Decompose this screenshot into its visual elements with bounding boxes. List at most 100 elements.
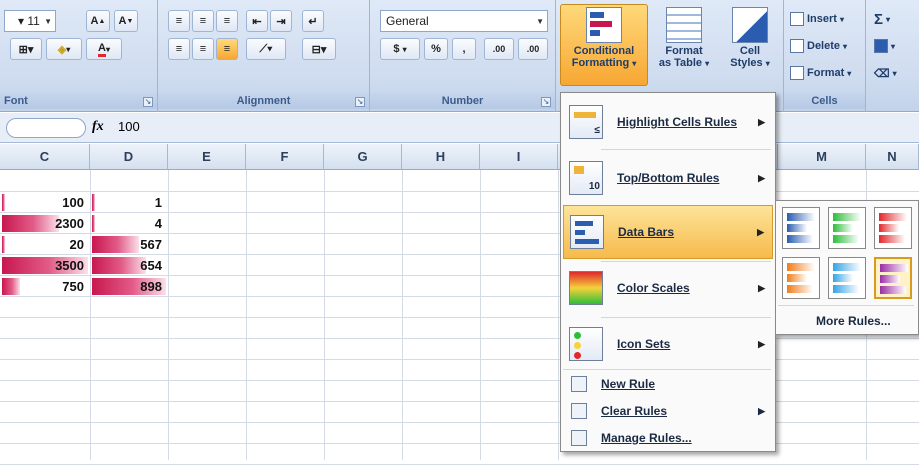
menu-item-new-rule[interactable]: New Rule bbox=[563, 371, 773, 397]
blue-data-bar-icon[interactable] bbox=[782, 207, 820, 249]
orientation-button[interactable]: ⟋▾ bbox=[246, 38, 286, 60]
cell-c-2[interactable]: 2300 bbox=[2, 213, 88, 234]
cells-group-label: Cells bbox=[784, 93, 865, 109]
grid-line bbox=[0, 380, 919, 381]
grow-font-button[interactable]: A ▲ bbox=[86, 10, 110, 32]
percent-button[interactable]: % bbox=[424, 38, 448, 60]
chevron-right-icon: ▶ bbox=[758, 338, 765, 349]
align-top-button[interactable]: ≡ bbox=[168, 10, 190, 32]
format-cells-icon bbox=[790, 66, 804, 80]
currency-button[interactable]: $ ▾ bbox=[380, 38, 420, 60]
menu-item-color-scales[interactable]: Color Scales ▶ bbox=[563, 261, 773, 315]
cell-d-1[interactable]: 1 bbox=[92, 192, 166, 213]
column-header-m[interactable]: M bbox=[778, 144, 866, 170]
grid-line bbox=[0, 443, 919, 444]
merge-center-button[interactable]: ⊟▾ bbox=[302, 38, 336, 60]
autosum-button[interactable]: Σ ▾ bbox=[874, 8, 890, 30]
formula-bar: fx 100 bbox=[0, 113, 919, 143]
top-bottom-icon: 10 bbox=[569, 161, 603, 195]
cell-styles-button[interactable]: Cell Styles ▾ bbox=[720, 4, 780, 86]
number-format-select[interactable]: General ▼ bbox=[380, 10, 548, 32]
cell-c-4[interactable]: 3500 bbox=[2, 255, 88, 276]
font-size-select[interactable]: ▾ 11 ▼ bbox=[4, 10, 56, 32]
clear-button[interactable]: ⌫ ▾ bbox=[874, 62, 897, 84]
align-bottom-button[interactable]: ≡ bbox=[216, 10, 238, 32]
menu-separator bbox=[563, 369, 771, 370]
swatch-bar bbox=[879, 224, 899, 232]
cell-d-3[interactable]: 567 bbox=[92, 234, 166, 255]
number-group: General ▼ $ ▾ % , .00 .00 Number ↘ bbox=[370, 0, 556, 112]
menu-item-highlight-cells-rules[interactable]: ≤ Highlight Cells Rules ▶ bbox=[563, 95, 773, 149]
format-cells-button[interactable]: Format ▾ bbox=[790, 62, 851, 84]
menu-item-clear-rules[interactable]: Clear Rules ▶ bbox=[563, 398, 773, 424]
menu-label: Data Bars bbox=[618, 225, 675, 239]
cell-d-2[interactable]: 4 bbox=[92, 213, 166, 234]
decrease-indent-button[interactable]: ⇤ bbox=[246, 10, 268, 32]
cell-c-3[interactable]: 20 bbox=[2, 234, 88, 255]
column-header-g[interactable]: G bbox=[324, 144, 402, 170]
column-header-h[interactable]: H bbox=[402, 144, 480, 170]
data-bar bbox=[2, 215, 59, 232]
cell-d-5[interactable]: 898 bbox=[92, 276, 166, 297]
fill-button[interactable]: ▾ bbox=[874, 35, 895, 57]
font-color-button[interactable]: A ▾ bbox=[86, 38, 122, 60]
cell-c-1[interactable]: 100 bbox=[2, 192, 88, 213]
column-header-d[interactable]: D bbox=[90, 144, 168, 170]
swatch-bar bbox=[787, 285, 813, 293]
column-header-c[interactable]: C bbox=[0, 144, 90, 170]
column-header-n[interactable]: N bbox=[866, 144, 919, 170]
borders-button[interactable]: ⊞▾ bbox=[10, 38, 42, 60]
name-box[interactable] bbox=[6, 118, 86, 138]
insert-button[interactable]: Insert ▾ bbox=[790, 8, 844, 30]
dialog-launcher-icon[interactable]: ↘ bbox=[143, 97, 153, 107]
menu-label: Icon Sets bbox=[617, 337, 671, 351]
chevron-right-icon: ▶ bbox=[758, 405, 765, 416]
menu-item-icon-sets[interactable]: Icon Sets ▶ bbox=[563, 317, 773, 371]
delete-button[interactable]: Delete ▾ bbox=[790, 35, 847, 57]
comma-button[interactable]: , bbox=[452, 38, 476, 60]
column-header-f[interactable]: F bbox=[246, 144, 324, 170]
menu-label: Highlight Cells Rules bbox=[617, 115, 738, 129]
grid-line bbox=[90, 170, 91, 460]
formula-input[interactable]: 100 bbox=[118, 119, 140, 134]
red-data-bar-icon[interactable] bbox=[874, 207, 912, 249]
font-group: ▾ 11 ▼ A ▲ A ▼ ⊞▾ ◈ ▾ A ▾ Font ↘ bbox=[0, 0, 158, 112]
number-group-label: Number bbox=[370, 93, 555, 109]
more-rules-button[interactable]: More Rules... bbox=[778, 309, 916, 333]
increase-indent-button[interactable]: ⇥ bbox=[270, 10, 292, 32]
dialog-launcher-icon[interactable]: ↘ bbox=[541, 97, 551, 107]
menu-label: Top/Bottom Rules bbox=[617, 171, 720, 185]
center-button[interactable]: ≡ bbox=[192, 38, 214, 60]
shrink-font-button[interactable]: A ▼ bbox=[114, 10, 138, 32]
format-as-table-button[interactable]: Format as Table ▾ bbox=[652, 4, 716, 86]
column-header-i[interactable]: I bbox=[480, 144, 558, 170]
orange-data-bar-icon[interactable] bbox=[782, 257, 820, 299]
align-left-button[interactable]: ≡ bbox=[168, 38, 190, 60]
menu-item-top-bottom-rules[interactable]: 10 Top/Bottom Rules ▶ bbox=[563, 151, 773, 205]
lightblue-data-bar-icon[interactable] bbox=[828, 257, 866, 299]
cell-d-4[interactable]: 654 bbox=[92, 255, 166, 276]
swatch-bar bbox=[880, 264, 908, 272]
align-right-button[interactable]: ≡ bbox=[216, 38, 238, 60]
menu-item-data-bars[interactable]: Data Bars ▶ bbox=[563, 205, 773, 259]
cell-value: 3500 bbox=[55, 258, 84, 273]
cell-c-5[interactable]: 750 bbox=[2, 276, 88, 297]
cell-value: 1 bbox=[154, 195, 162, 210]
data-bar bbox=[2, 278, 21, 295]
menu-item-manage-rules[interactable]: Manage Rules... bbox=[563, 425, 773, 451]
fill-color-button[interactable]: ◈ ▾ bbox=[46, 38, 82, 60]
conditional-formatting-button[interactable]: Conditional Formatting ▾ bbox=[560, 4, 648, 86]
purple-data-bar-icon[interactable] bbox=[874, 257, 912, 299]
swatch-bar bbox=[833, 274, 853, 282]
wrap-text-button[interactable]: ↵ bbox=[302, 10, 324, 32]
insert-function-icon[interactable]: fx bbox=[92, 119, 104, 135]
align-middle-button[interactable]: ≡ bbox=[192, 10, 214, 32]
green-data-bar-icon[interactable] bbox=[828, 207, 866, 249]
menu-label: New Rule bbox=[601, 377, 656, 391]
dialog-launcher-icon[interactable]: ↘ bbox=[355, 97, 365, 107]
increase-decimal-button[interactable]: .00 bbox=[484, 38, 514, 60]
decrease-decimal-button[interactable]: .00 bbox=[518, 38, 548, 60]
column-header-e[interactable]: E bbox=[168, 144, 246, 170]
icon-sets-icon bbox=[569, 327, 603, 361]
conditional-formatting-icon bbox=[586, 7, 622, 43]
